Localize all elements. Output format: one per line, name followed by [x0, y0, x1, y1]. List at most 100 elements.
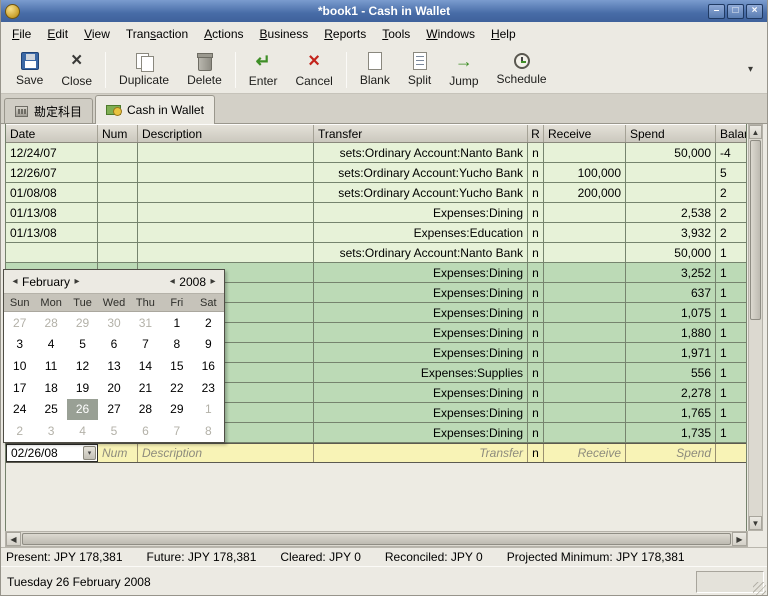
close-button[interactable]: Close: [52, 49, 101, 90]
menu-transaction[interactable]: Transaction: [118, 23, 196, 45]
register-row[interactable]: 12/24/07sets:Ordinary Account:Nanto Bank…: [6, 143, 746, 163]
receive-cell[interactable]: [544, 243, 626, 262]
spend-cell[interactable]: 3,932: [626, 223, 716, 242]
date-input-cell[interactable]: 02/26/08 ▾: [6, 444, 98, 462]
spend-cell[interactable]: 1,971: [626, 343, 716, 362]
description-cell[interactable]: [138, 203, 314, 222]
date-cell[interactable]: 01/08/08: [6, 183, 98, 202]
calendar-day[interactable]: 15: [161, 355, 192, 377]
calendar-day[interactable]: 14: [130, 355, 161, 377]
register-row[interactable]: sets:Ordinary Account:Nanto Bankn50,0001: [6, 243, 746, 263]
transfer-cell[interactable]: Expenses:Dining: [314, 323, 528, 342]
duplicate-button[interactable]: Duplicate: [110, 50, 178, 89]
register-row[interactable]: 12/26/07sets:Ordinary Account:Yucho Bank…: [6, 163, 746, 183]
transfer-cell[interactable]: Expenses:Dining: [314, 303, 528, 322]
r-cell[interactable]: n: [528, 223, 544, 242]
calendar-day[interactable]: 1: [161, 312, 192, 334]
num-cell[interactable]: [98, 203, 138, 222]
r-cell[interactable]: n: [528, 163, 544, 182]
tab-accounts[interactable]: 勘定科目: [4, 98, 93, 123]
receive-cell[interactable]: 200,000: [544, 183, 626, 202]
transfer-cell[interactable]: Expenses:Dining: [314, 263, 528, 282]
spend-input-cell[interactable]: Spend: [626, 444, 716, 462]
r-cell[interactable]: n: [528, 263, 544, 282]
calendar-day[interactable]: 2: [4, 420, 35, 442]
scroll-down-button[interactable]: ▼: [749, 516, 762, 530]
r-cell[interactable]: n: [528, 323, 544, 342]
menu-reports[interactable]: Reports: [316, 23, 374, 45]
transfer-cell[interactable]: Expenses:Dining: [314, 343, 528, 362]
column-header-balance[interactable]: Balance: [716, 125, 746, 142]
register-row[interactable]: 01/13/08Expenses:Educationn3,9322: [6, 223, 746, 243]
calendar-day[interactable]: 6: [98, 334, 129, 356]
calendar-day[interactable]: 3: [35, 420, 66, 442]
next-year-icon[interactable]: ▸: [206, 276, 220, 287]
spend-cell[interactable]: 637: [626, 283, 716, 302]
calendar-day-selected[interactable]: 26: [67, 399, 98, 421]
r-cell[interactable]: n: [528, 243, 544, 262]
spend-cell[interactable]: 50,000: [626, 143, 716, 162]
spend-cell[interactable]: 2,278: [626, 383, 716, 402]
calendar-day[interactable]: 12: [67, 355, 98, 377]
calendar-day[interactable]: 5: [98, 420, 129, 442]
spend-cell[interactable]: 50,000: [626, 243, 716, 262]
date-cell[interactable]: 12/24/07: [6, 143, 98, 162]
receive-cell[interactable]: [544, 323, 626, 342]
description-cell[interactable]: [138, 163, 314, 182]
spend-cell[interactable]: [626, 183, 716, 202]
calendar-day[interactable]: 23: [193, 377, 224, 399]
vertical-scrollbar-trough[interactable]: [749, 321, 762, 516]
receive-cell[interactable]: [544, 203, 626, 222]
num-input-cell[interactable]: Num: [98, 444, 138, 462]
column-header-description[interactable]: Description: [138, 125, 314, 142]
receive-cell[interactable]: [544, 283, 626, 302]
date-cell[interactable]: [6, 243, 98, 262]
calendar-day[interactable]: 21: [130, 377, 161, 399]
edit-row[interactable]: 02/26/08 ▾ Num Description Transfer n Re…: [6, 443, 746, 463]
menu-view[interactable]: View: [76, 23, 118, 45]
date-picker-button[interactable]: ▾: [83, 446, 96, 460]
calendar-day[interactable]: 24: [4, 399, 35, 421]
calendar-day[interactable]: 4: [35, 334, 66, 356]
receive-cell[interactable]: [544, 143, 626, 162]
r-cell[interactable]: n: [528, 283, 544, 302]
calendar-day[interactable]: 19: [67, 377, 98, 399]
scroll-up-button[interactable]: ▲: [749, 125, 762, 139]
menu-file[interactable]: File: [4, 23, 39, 45]
scroll-left-button[interactable]: ◀: [6, 532, 21, 546]
menu-business[interactable]: Business: [252, 23, 317, 45]
calendar-day[interactable]: 6: [130, 420, 161, 442]
receive-cell[interactable]: [544, 403, 626, 422]
num-cell[interactable]: [98, 183, 138, 202]
receive-cell[interactable]: [544, 383, 626, 402]
enter-button[interactable]: Enter: [240, 49, 287, 90]
transfer-cell[interactable]: sets:Ordinary Account:Yucho Bank: [314, 183, 528, 202]
delete-button[interactable]: Delete: [178, 50, 231, 89]
description-cell[interactable]: [138, 183, 314, 202]
menu-actions[interactable]: Actions: [196, 23, 251, 45]
calendar-day[interactable]: 27: [4, 312, 35, 334]
minimize-button[interactable]: –: [708, 4, 725, 19]
calendar-day[interactable]: 16: [193, 355, 224, 377]
blank-button[interactable]: Blank: [351, 50, 399, 89]
scroll-right-button[interactable]: ▶: [732, 532, 747, 546]
receive-cell[interactable]: [544, 363, 626, 382]
spend-cell[interactable]: 556: [626, 363, 716, 382]
spend-cell[interactable]: 1,735: [626, 423, 716, 442]
column-header-receive[interactable]: Receive: [544, 125, 626, 142]
calendar-day[interactable]: 22: [161, 377, 192, 399]
register-row[interactable]: 01/08/08 sets:Ordinary Account:Yucho Bank…: [6, 183, 746, 203]
date-input-value[interactable]: 02/26/08: [11, 446, 58, 460]
transfer-cell[interactable]: Expenses:Dining: [314, 203, 528, 222]
transfer-cell[interactable]: Expenses:Supplies: [314, 363, 528, 382]
column-header-num[interactable]: Num: [98, 125, 138, 142]
description-cell[interactable]: [138, 223, 314, 242]
split-button[interactable]: Split: [399, 50, 440, 89]
spend-cell[interactable]: 2,538: [626, 203, 716, 222]
calendar-day[interactable]: 30: [98, 312, 129, 334]
r-cell[interactable]: n: [528, 303, 544, 322]
prev-year-icon[interactable]: ◂: [165, 276, 179, 287]
calendar-day[interactable]: 25: [35, 399, 66, 421]
calendar-day[interactable]: 1: [193, 399, 224, 421]
spend-cell[interactable]: 1,765: [626, 403, 716, 422]
